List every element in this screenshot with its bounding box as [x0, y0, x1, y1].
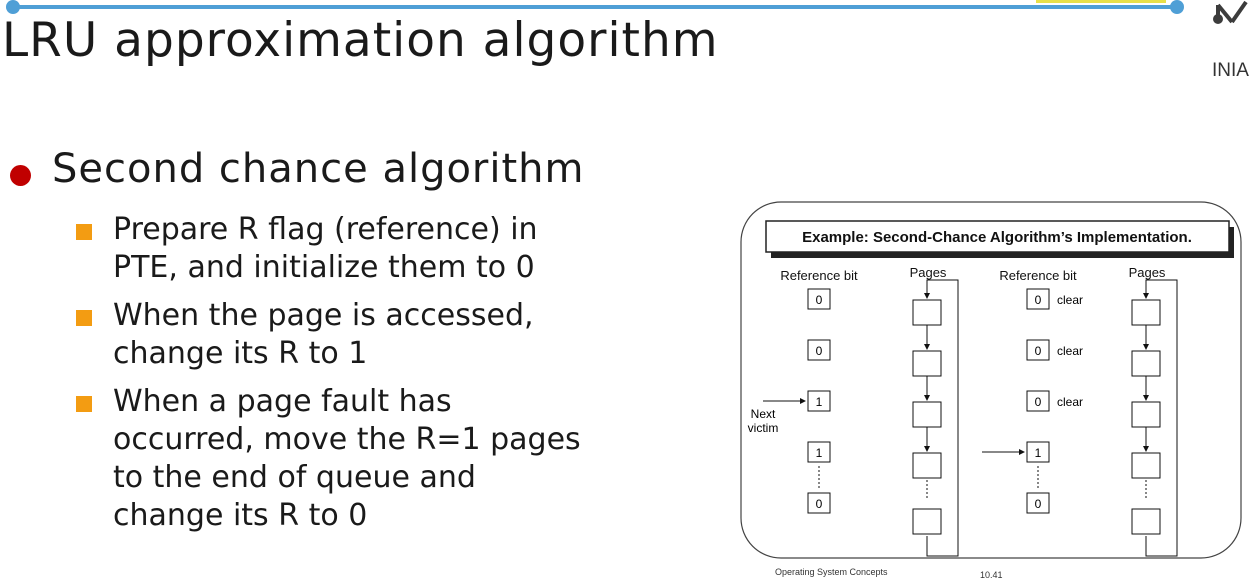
ref-bit: 1 — [816, 395, 823, 409]
banner-title: Example: Second-Chance Algorithm’s Imple… — [802, 229, 1192, 246]
clear-note: clear — [1057, 293, 1083, 307]
ref-bit: 1 — [1035, 446, 1042, 460]
clear-note: clear — [1057, 395, 1083, 409]
next-victim-label: Next — [751, 407, 776, 421]
ref-bit: 0 — [816, 344, 823, 358]
main-bullet: Second chance algorithm — [52, 146, 585, 192]
ref-bit: 0 — [816, 497, 823, 511]
clear-note: clear — [1057, 344, 1083, 358]
sub-bullet-line: change its R to 1 — [113, 336, 368, 371]
ref-bit: 1 — [816, 446, 823, 460]
second-chance-diagram: Example: Second-Chance Algorithm’s Imple… — [740, 201, 1242, 580]
figure-footer-left: Operating System Concepts — [775, 567, 888, 577]
square-bullet-icon — [76, 224, 92, 240]
slide-title: LRU approximation algorithm — [2, 13, 719, 68]
sub-bullet-line: When the page is accessed, — [113, 298, 534, 333]
sub-bullet-line: to the end of queue and — [113, 460, 476, 495]
ref-bit: 0 — [1035, 293, 1042, 307]
ref-bit: 0 — [1035, 395, 1042, 409]
logo-text: INIA — [1212, 60, 1249, 81]
right-pages-header: Pages — [1129, 265, 1166, 280]
sub-bullet-line: PTE, and initialize them to 0 — [113, 250, 535, 285]
sub-bullet-line: occurred, move the R=1 pages — [113, 422, 581, 457]
left-pages-header: Pages — [910, 265, 947, 280]
ref-bit: 0 — [1035, 497, 1042, 511]
bullet-dot-icon — [10, 165, 31, 186]
square-bullet-icon — [76, 310, 92, 326]
sub-bullet-line: Prepare R flag (reference) in — [113, 212, 538, 247]
right-ref-header: Reference bit — [999, 268, 1077, 283]
left-ref-header: Reference bit — [780, 268, 858, 283]
sub-bullet-line: When a page fault has — [113, 384, 452, 419]
top-right-highlight — [1036, 0, 1166, 3]
square-bullet-icon — [76, 396, 92, 412]
next-victim-label: victim — [748, 421, 779, 435]
sub-bullet-line: change its R to 0 — [113, 498, 368, 533]
ref-bit: 0 — [1035, 344, 1042, 358]
ref-bit: 0 — [816, 293, 823, 307]
figure-footer-right: 10.41 — [980, 570, 1003, 580]
